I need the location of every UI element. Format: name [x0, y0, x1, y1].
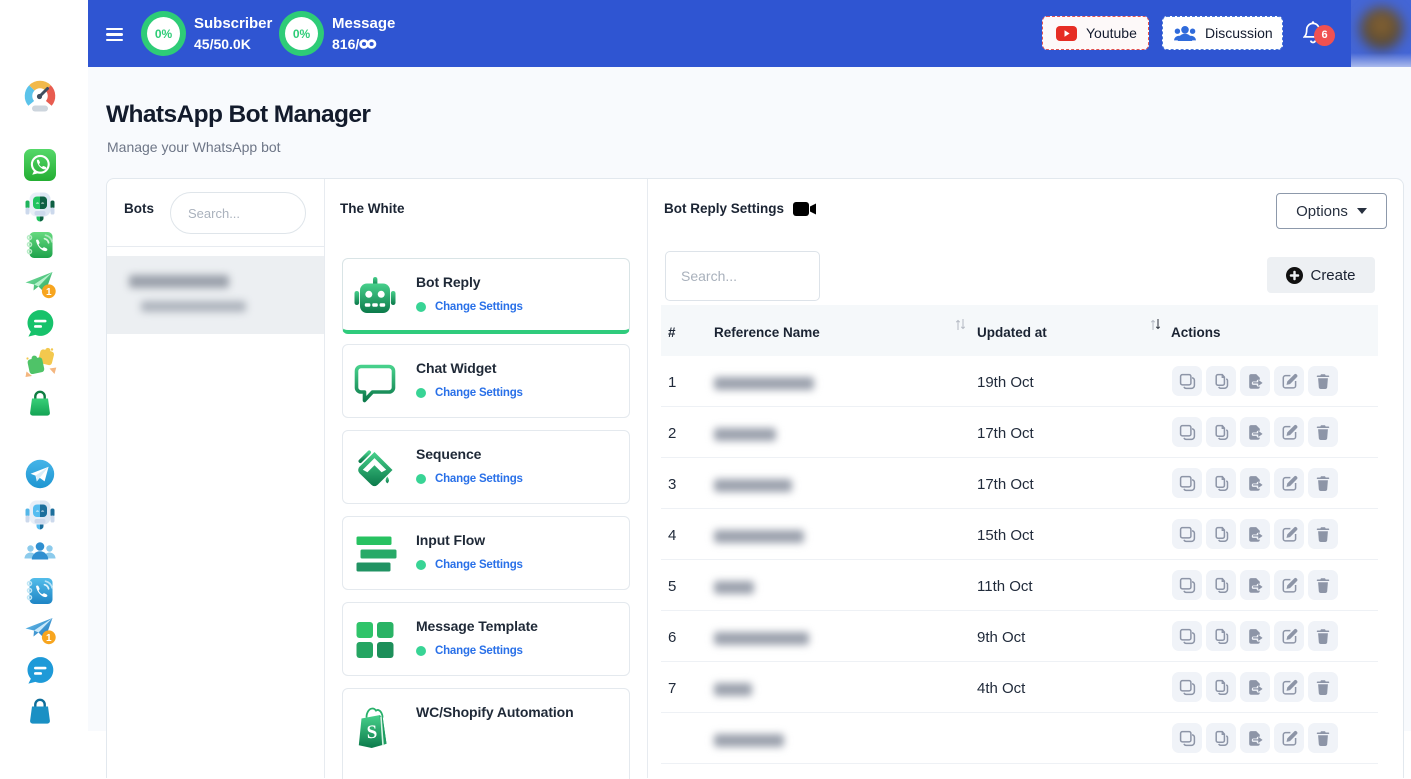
svg-text:1: 1 — [46, 633, 52, 644]
svg-text:1: 1 — [46, 287, 52, 298]
svg-text:S: S — [366, 722, 378, 744]
